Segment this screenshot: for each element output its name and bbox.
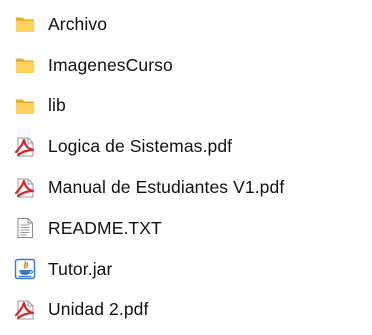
file-name: README.TXT <box>48 217 162 238</box>
file-name: lib <box>48 95 66 116</box>
file-name: Logica de Sistemas.pdf <box>48 136 233 157</box>
pdf-icon <box>14 177 36 199</box>
file-name: Manual de Estudiantes V1.pdf <box>48 177 285 198</box>
file-item-tutor-jar[interactable]: Tutor.jar <box>14 249 284 290</box>
folder-icon <box>14 95 36 117</box>
file-item-archivo[interactable]: Archivo <box>14 4 284 45</box>
file-list: Archivo ImagenesCurso lib Logica de Sist… <box>14 4 284 330</box>
java-jar-icon <box>14 258 36 280</box>
file-name: Unidad 2.pdf <box>48 299 149 320</box>
text-file-icon <box>14 217 36 239</box>
folder-icon <box>14 13 36 35</box>
file-item-unidad-2-pdf[interactable]: Unidad 2.pdf <box>14 290 284 331</box>
pdf-icon <box>14 299 36 321</box>
file-item-imagenescurso[interactable]: ImagenesCurso <box>14 45 284 86</box>
file-item-manual-de-estudiantes-pdf[interactable]: Manual de Estudiantes V1.pdf <box>14 167 284 208</box>
folder-icon <box>14 54 36 76</box>
file-name: Archivo <box>48 13 108 34</box>
file-item-lib[interactable]: lib <box>14 86 284 127</box>
file-item-logica-de-sistemas-pdf[interactable]: Logica de Sistemas.pdf <box>14 126 284 167</box>
file-name: Tutor.jar <box>48 258 113 279</box>
pdf-icon <box>14 136 36 158</box>
file-name: ImagenesCurso <box>48 54 173 75</box>
file-item-readme-txt[interactable]: README.TXT <box>14 208 284 249</box>
